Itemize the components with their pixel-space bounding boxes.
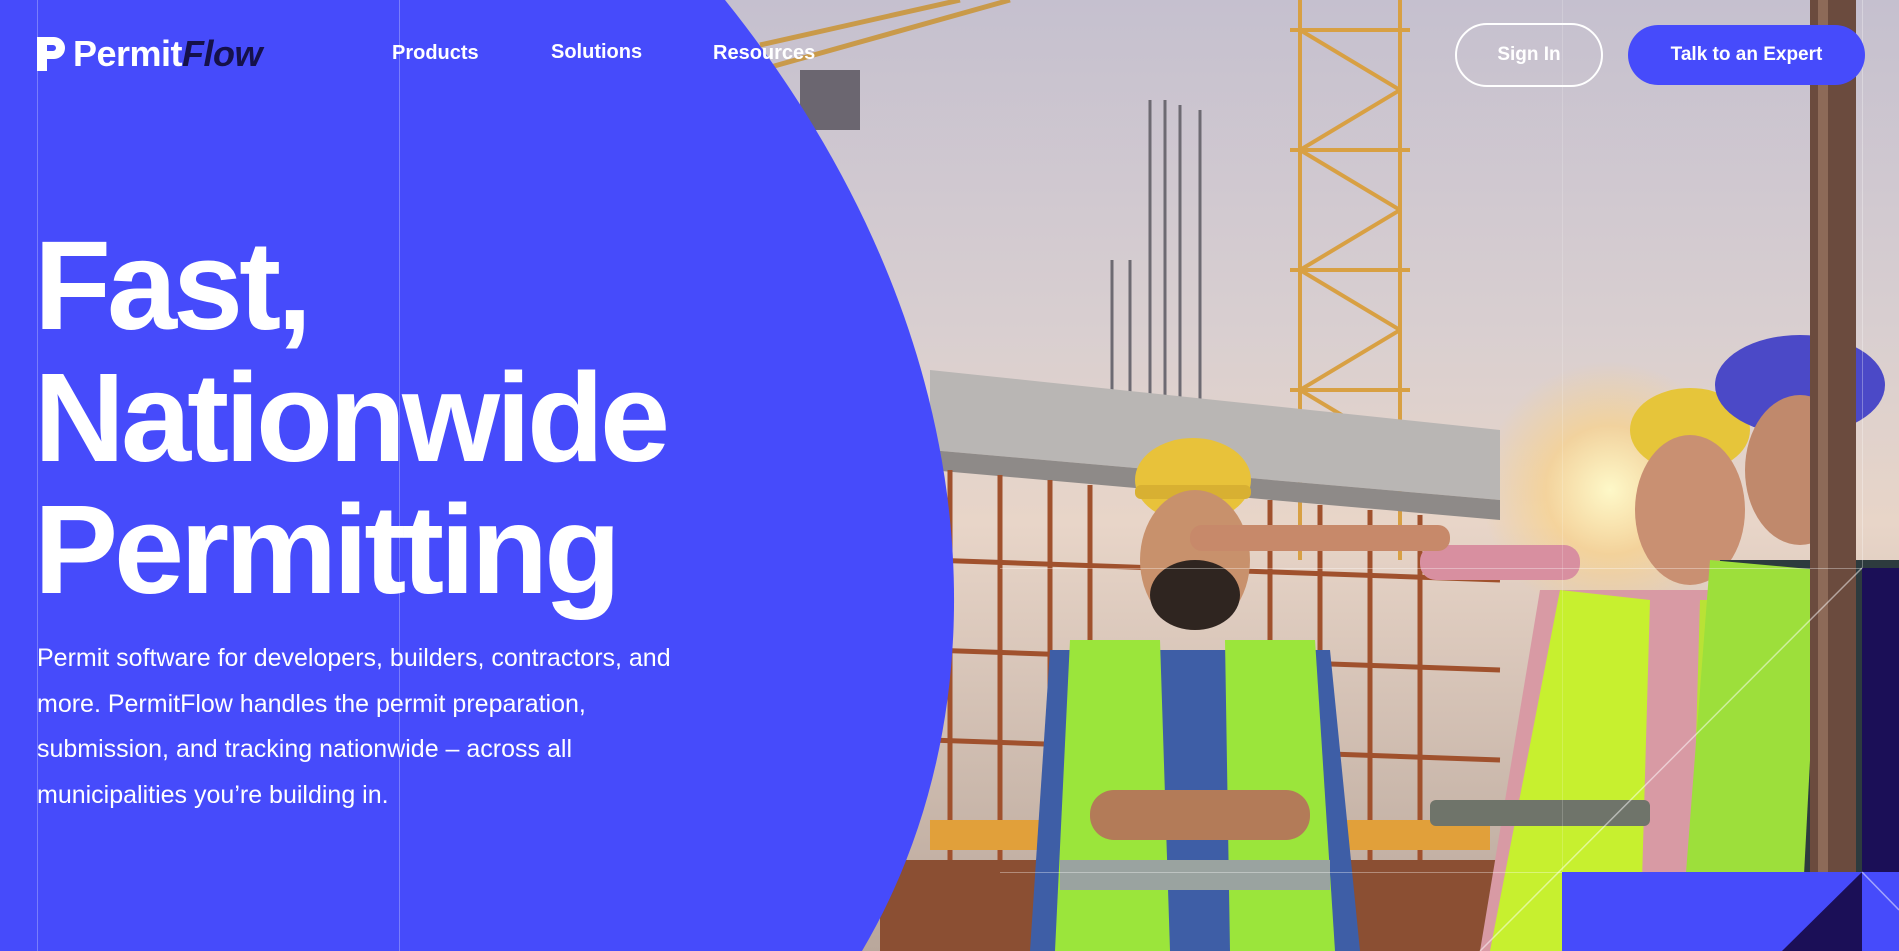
nav-solutions[interactable]: Solutions — [551, 41, 642, 64]
hero-title-line: Nationwide — [34, 347, 670, 488]
hero-title-line: Permitting — [34, 479, 621, 620]
site-header: Permit Flow Products Solutions Resources … — [0, 0, 1899, 110]
hero-title-line: Fast, — [34, 215, 312, 356]
sign-in-button[interactable]: Sign In — [1455, 23, 1603, 87]
nav-products[interactable]: Products — [392, 42, 479, 65]
brand-name-part1: Permit — [73, 33, 183, 74]
brand-name-part2: Flow — [182, 33, 263, 74]
nav-resources[interactable]: Resources — [713, 42, 815, 65]
brand-wordmark: Permit Flow — [73, 33, 263, 74]
hero-subtitle: Permit software for developers, builders… — [37, 644, 671, 809]
hero-title: Fast, Nationwide Permitting — [34, 220, 734, 616]
talk-to-expert-button[interactable]: Talk to an Expert — [1628, 25, 1865, 85]
brand-logo[interactable]: Permit Flow — [37, 33, 263, 74]
permitflow-p-icon — [37, 37, 65, 71]
